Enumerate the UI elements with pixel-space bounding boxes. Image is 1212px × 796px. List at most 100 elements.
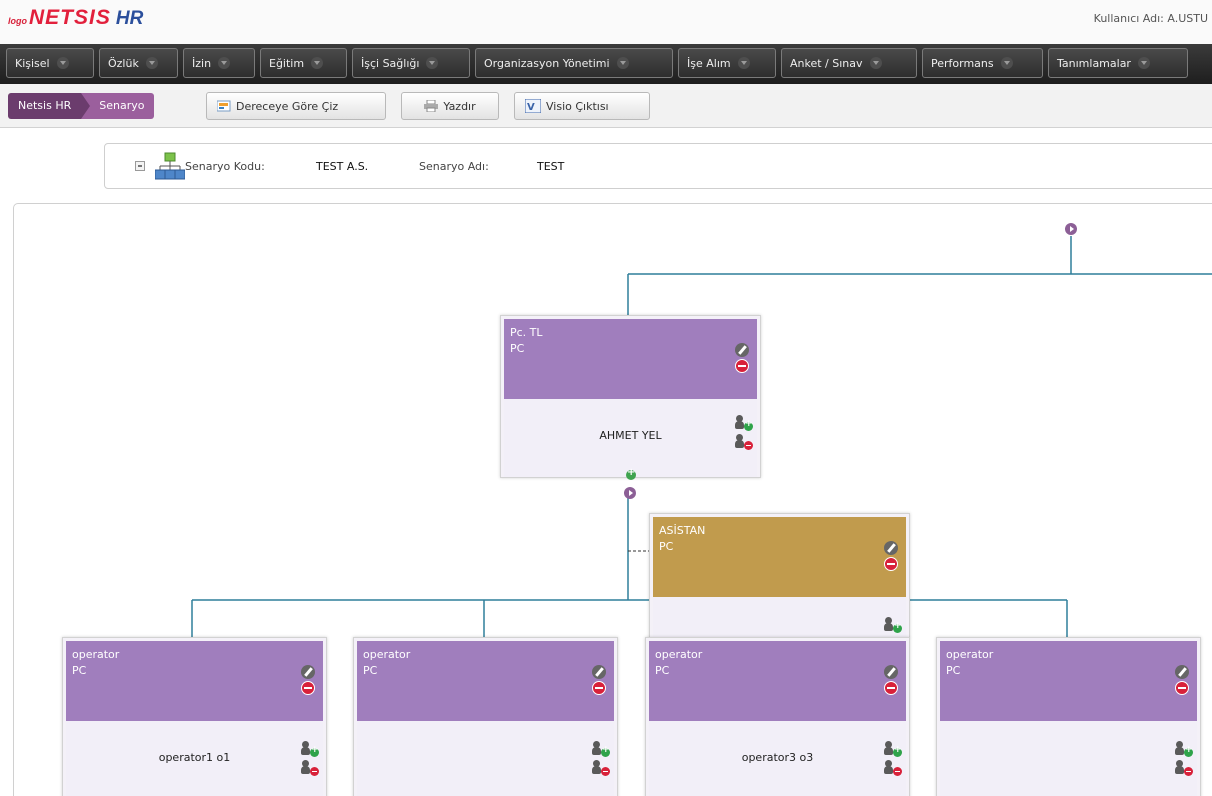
expand-children-icon[interactable] <box>624 487 636 499</box>
menu-anket-sinav[interactable]: Anket / Sınav <box>781 48 917 78</box>
node-body <box>940 721 1197 796</box>
collapse-toggle-icon[interactable] <box>135 161 145 171</box>
node-subtitle: PC <box>72 664 87 677</box>
node-title: Pc. TL <box>510 326 543 339</box>
user-name-label: Kullanıcı Adı: A.USTU <box>1093 12 1208 25</box>
menu-label: Kişisel <box>15 56 50 70</box>
menu-label: İşçi Sağlığı <box>361 56 420 70</box>
node-header: operator PC <box>66 641 323 721</box>
edit-icon[interactable] <box>884 541 898 555</box>
menu-label: İzin <box>192 56 212 70</box>
node-header: operator PC <box>357 641 614 721</box>
menu-ise-alim[interactable]: İşe Alım <box>678 48 776 78</box>
chevron-down-icon <box>1000 57 1013 69</box>
add-person-icon[interactable] <box>884 617 902 633</box>
breadcrumb: Netsis HR Senaryo <box>8 93 155 119</box>
menu-kisisel[interactable]: Kişisel <box>6 48 94 78</box>
print-label: Yazdır <box>443 99 476 113</box>
edit-icon[interactable] <box>301 665 315 679</box>
menu-tanimlamalar[interactable]: Tanımlamalar <box>1048 48 1188 78</box>
logo-small-text: logo <box>8 16 27 26</box>
node-title: ASİSTAN <box>659 524 706 537</box>
draw-chart-icon <box>217 100 231 112</box>
remove-icon[interactable] <box>735 359 749 373</box>
scenario-name-label: Senaryo Adı: <box>419 160 489 173</box>
node-person-name: operator1 o1 <box>158 751 231 764</box>
org-node-operator-2[interactable]: operator PC <box>353 637 618 796</box>
node-title: operator <box>655 648 703 661</box>
remove-icon[interactable] <box>884 681 898 695</box>
toolbar: Netsis HR Senaryo Dereceye Göre Çiz Yazd… <box>0 84 1212 128</box>
breadcrumb-netsis-hr[interactable]: Netsis HR <box>8 93 82 119</box>
chevron-down-icon <box>426 57 439 69</box>
remove-person-icon[interactable] <box>735 434 753 450</box>
menu-performans[interactable]: Performans <box>922 48 1043 78</box>
printer-icon <box>424 100 439 112</box>
chevron-down-icon <box>616 57 629 69</box>
remove-icon[interactable] <box>1175 681 1189 695</box>
draw-by-grade-button[interactable]: Dereceye Göre Çiz <box>206 92 386 120</box>
expand-parent-icon[interactable] <box>1065 223 1077 235</box>
edit-icon[interactable] <box>1175 665 1189 679</box>
chevron-down-icon <box>737 57 750 69</box>
menu-isci-sagligi[interactable]: İşçi Sağlığı <box>352 48 470 78</box>
scenario-code-value: TEST A.S. <box>316 160 369 173</box>
node-body <box>357 721 614 796</box>
chevron-down-icon <box>869 57 882 69</box>
add-person-icon[interactable] <box>301 741 319 757</box>
menu-label: Özlük <box>108 56 139 70</box>
app-header: logo NETSIS HR Kullanıcı Adı: A.USTU <box>0 0 1212 44</box>
remove-person-icon[interactable] <box>884 760 902 776</box>
visio-icon: V <box>525 99 541 113</box>
edit-icon[interactable] <box>884 665 898 679</box>
netsis-hr-logo: logo NETSIS HR <box>8 6 143 32</box>
scenario-name-value: TEST <box>537 160 565 173</box>
menu-label: Tanımlamalar <box>1057 56 1131 70</box>
chevron-down-icon <box>56 57 69 69</box>
add-person-icon[interactable] <box>884 741 902 757</box>
menu-egitim[interactable]: Eğitim <box>260 48 347 78</box>
logo-main-text: NETSIS <box>29 6 111 29</box>
remove-icon[interactable] <box>884 557 898 571</box>
menu-izin[interactable]: İzin <box>183 48 255 78</box>
visio-export-button[interactable]: V Visio Çıktısı <box>514 92 650 120</box>
org-node-operator-4[interactable]: operator PC <box>936 637 1201 796</box>
main-menu: Kişisel Özlük İzin Eğitim İşçi Sağlığı O… <box>0 44 1212 84</box>
print-button[interactable]: Yazdır <box>401 92 499 120</box>
remove-person-icon[interactable] <box>301 760 319 776</box>
node-header: Pc. TL PC <box>504 319 757 399</box>
node-person-name: AHMET YEL <box>599 429 662 442</box>
scenario-info-bar: Senaryo Kodu: TEST A.S. Senaryo Adı: TES… <box>104 143 1212 189</box>
add-person-icon[interactable] <box>1175 741 1193 757</box>
draw-by-grade-label: Dereceye Göre Çiz <box>236 99 339 113</box>
org-node-operator-1[interactable]: operator PC operator1 o1 <box>62 637 327 796</box>
add-person-icon[interactable] <box>592 741 610 757</box>
edit-icon[interactable] <box>735 343 749 357</box>
remove-person-icon[interactable] <box>592 760 610 776</box>
edit-icon[interactable] <box>592 665 606 679</box>
remove-person-icon[interactable] <box>1175 760 1193 776</box>
menu-ozluk[interactable]: Özlük <box>99 48 178 78</box>
chevron-down-icon <box>311 57 324 69</box>
node-title: operator <box>72 648 120 661</box>
node-body: operator3 o3 <box>649 721 906 796</box>
add-person-icon[interactable] <box>735 415 753 431</box>
remove-icon[interactable] <box>301 681 315 695</box>
org-node-assistant[interactable]: ASİSTAN PC <box>649 513 910 638</box>
node-subtitle: PC <box>659 540 674 553</box>
menu-label: Eğitim <box>269 56 305 70</box>
menu-organizasyon[interactable]: Organizasyon Yönetimi <box>475 48 673 78</box>
remove-icon[interactable] <box>592 681 606 695</box>
org-chart-canvas: Pc. TL PC AHMET YEL ASİSTAN PC operator … <box>13 203 1212 796</box>
node-subtitle: PC <box>655 664 670 677</box>
menu-label: Performans <box>931 56 994 70</box>
chevron-down-icon <box>145 57 158 69</box>
breadcrumb-senaryo[interactable]: Senaryo <box>81 93 155 119</box>
node-header: operator PC <box>649 641 906 721</box>
svg-text:V: V <box>527 102 535 113</box>
org-node-operator-3[interactable]: operator PC operator3 o3 <box>645 637 910 796</box>
node-body: operator1 o1 <box>66 721 323 796</box>
node-title: operator <box>363 648 411 661</box>
org-node-root[interactable]: Pc. TL PC AHMET YEL <box>500 315 761 478</box>
add-child-icon[interactable] <box>626 467 636 480</box>
